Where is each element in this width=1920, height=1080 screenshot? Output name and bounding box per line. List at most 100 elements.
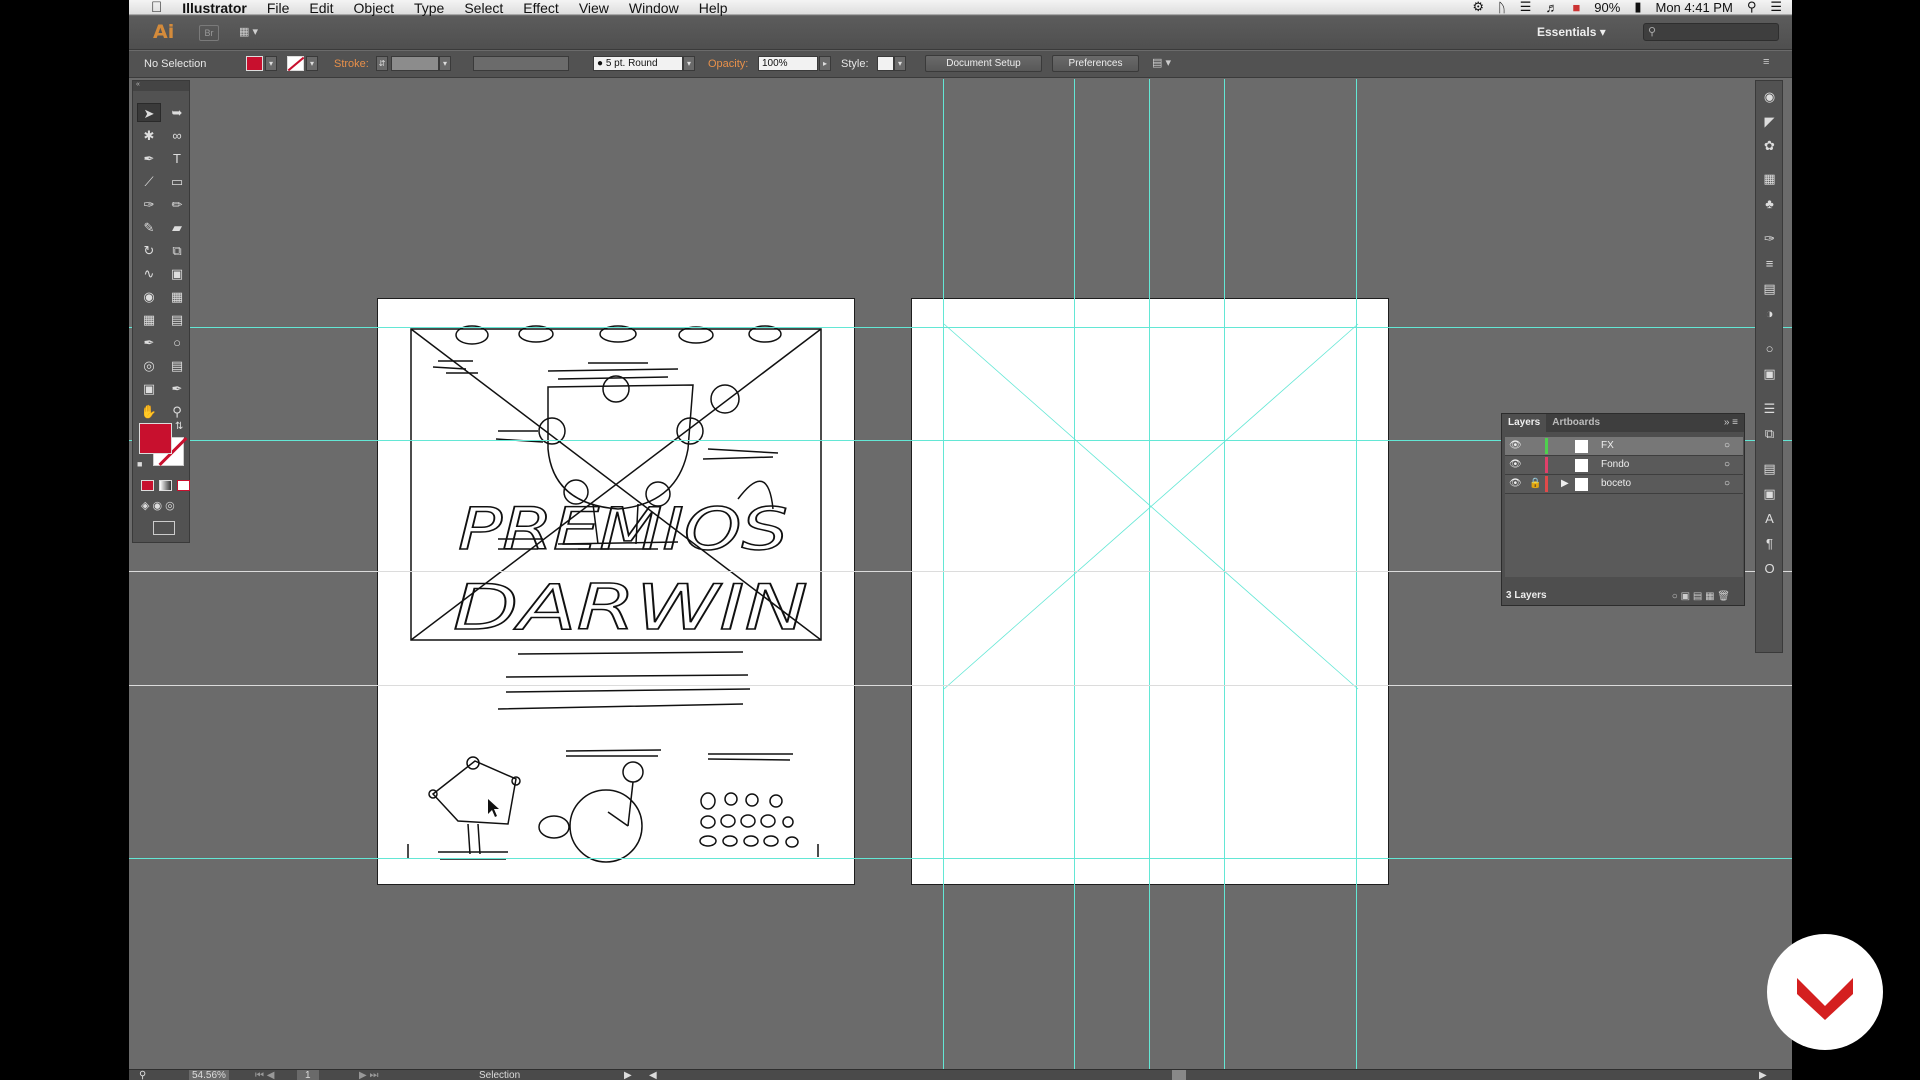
- brush-definition[interactable]: ● 5 pt. Round: [593, 56, 683, 71]
- gear-icon[interactable]: ⚙: [1472, 0, 1484, 15]
- horizontal-guide[interactable]: [129, 327, 1792, 328]
- visibility-eye-icon[interactable]: 👁: [1509, 478, 1522, 489]
- slice-tool-icon[interactable]: ✒: [165, 379, 189, 398]
- menu-file[interactable]: File: [267, 0, 290, 16]
- tools-panel-header[interactable]: «: [133, 81, 189, 91]
- clock[interactable]: Mon 4:41 PM: [1655, 0, 1732, 15]
- stroke-weight-dropdown-icon[interactable]: ▾: [439, 56, 451, 71]
- menu-view[interactable]: View: [579, 0, 609, 16]
- type-tool-icon[interactable]: T: [165, 149, 189, 168]
- panel-menu-icon[interactable]: » ≡: [1718, 414, 1744, 432]
- scroll-left-icon[interactable]: ◀: [649, 1070, 657, 1080]
- rotate-tool-icon[interactable]: ↻: [137, 241, 161, 260]
- transparency-panel-icon[interactable]: ◑: [1761, 306, 1778, 322]
- gradient-panel-icon[interactable]: ▤: [1761, 281, 1778, 297]
- color-mode-icon[interactable]: [141, 480, 154, 491]
- align-panel-icon[interactable]: ▤: [1761, 461, 1778, 477]
- eyedropper-tool-icon[interactable]: ✒: [137, 333, 161, 352]
- width-tool-icon[interactable]: ∿: [137, 264, 161, 283]
- first-artboard-icon[interactable]: ⏮ ◀: [255, 1070, 274, 1080]
- hand-tool-icon[interactable]: ✋: [137, 402, 161, 421]
- target-icon[interactable]: ○: [1724, 459, 1730, 470]
- transform-panel-icon[interactable]: ⧉: [1761, 426, 1778, 442]
- fill-dropdown-icon[interactable]: ▾: [265, 56, 277, 71]
- vertical-guide[interactable]: [1074, 79, 1075, 1069]
- help-search-input[interactable]: ⚲: [1643, 23, 1779, 41]
- paintbrush-tool-icon[interactable]: ✑: [137, 195, 161, 214]
- vertical-guide[interactable]: [1356, 79, 1357, 1069]
- artboards-panel-icon[interactable]: ▣: [1761, 366, 1778, 382]
- menu-effect[interactable]: Effect: [523, 0, 559, 16]
- color-panel-icon[interactable]: ◉: [1761, 89, 1778, 105]
- horizontal-guide[interactable]: [129, 685, 1792, 686]
- tab-artboards[interactable]: Artboards: [1546, 414, 1606, 432]
- bluetooth-icon[interactable]: ᚢ: [1498, 0, 1506, 15]
- menu-object[interactable]: Object: [354, 0, 394, 16]
- scale-tool-icon[interactable]: ⧉: [165, 241, 189, 260]
- zoom-level-field[interactable]: 54.56%: [189, 1070, 229, 1080]
- fill-swatch[interactable]: [246, 56, 263, 71]
- volume-icon[interactable]: ♬: [1545, 0, 1558, 15]
- stroke-swatch[interactable]: [287, 56, 304, 71]
- battery-percent[interactable]: 90%: [1594, 0, 1620, 15]
- zoom-tool-icon[interactable]: ⚲: [165, 402, 189, 421]
- layer-name[interactable]: FX: [1601, 440, 1614, 451]
- character-panel-icon[interactable]: A: [1761, 511, 1778, 527]
- swap-fill-stroke-icon[interactable]: ⇅: [175, 421, 183, 432]
- vertical-guide[interactable]: [1149, 79, 1150, 1069]
- color-guide-panel-icon[interactable]: ◤: [1761, 114, 1778, 130]
- arrange-documents-icon[interactable]: ▦ ▾: [239, 25, 271, 41]
- default-colors-icon[interactable]: ■: [137, 459, 142, 469]
- preferences-button[interactable]: Preferences: [1052, 55, 1139, 72]
- horizontal-scrollbar-thumb[interactable]: [1172, 1070, 1186, 1080]
- vertical-guide[interactable]: [943, 79, 944, 1069]
- lock-icon[interactable]: 🔒: [1529, 478, 1541, 489]
- blend-tool-icon[interactable]: ○: [165, 333, 189, 352]
- pencil-tool-icon[interactable]: ✏: [165, 195, 189, 214]
- layers-panel-icon[interactable]: ☰: [1761, 401, 1778, 417]
- symbols-panel-icon[interactable]: ♣: [1761, 196, 1778, 212]
- spotlight-search-icon[interactable]: ⚲: [1747, 0, 1757, 15]
- expand-triangle-icon[interactable]: ▶: [1561, 478, 1569, 489]
- artboard-tool-icon[interactable]: ▣: [137, 379, 161, 398]
- opacity-field[interactable]: 100%: [758, 56, 818, 71]
- shape-builder-tool-icon[interactable]: ◉: [137, 287, 161, 306]
- rectangle-tool-icon[interactable]: ▭: [165, 172, 189, 191]
- document-setup-button[interactable]: Document Setup: [925, 55, 1042, 72]
- pathfinder-panel-icon[interactable]: ▣: [1761, 486, 1778, 502]
- wifi-icon[interactable]: ☰: [1520, 0, 1532, 15]
- artboard-empty[interactable]: [911, 298, 1389, 885]
- pen-tool-icon[interactable]: ✒: [137, 149, 161, 168]
- app-menu[interactable]: Illustrator: [182, 0, 247, 16]
- tab-layers[interactable]: Layers: [1502, 414, 1547, 432]
- layer-row[interactable]: 👁 🔒 ▶ boceto ○: [1505, 475, 1743, 494]
- opacity-label[interactable]: Opacity:: [708, 58, 748, 70]
- menu-type[interactable]: Type: [414, 0, 444, 16]
- style-dropdown-icon[interactable]: ▾: [894, 56, 906, 71]
- panel-menu-icon[interactable]: ≡: [1763, 56, 1769, 68]
- layer-row[interactable]: 👁 FX ○: [1505, 437, 1743, 456]
- selection-tool-icon[interactable]: ➤: [137, 103, 161, 122]
- lasso-tool-icon[interactable]: ∞: [165, 126, 189, 145]
- layer-name[interactable]: boceto: [1601, 478, 1631, 489]
- eraser-tool-icon[interactable]: ▰: [165, 218, 189, 237]
- status-arrow-icon[interactable]: ▶: [624, 1070, 632, 1080]
- opacity-dropdown-icon[interactable]: ▸: [819, 56, 831, 71]
- gradient-tool-icon[interactable]: ▤: [165, 310, 189, 329]
- horizontal-guide[interactable]: [129, 858, 1792, 859]
- drawing-mode-icon[interactable]: ◈ ◉ ◎: [141, 499, 175, 512]
- gradient-mode-icon[interactable]: [159, 480, 172, 491]
- notification-center-icon[interactable]: ☰: [1770, 0, 1782, 15]
- scroll-right-icon[interactable]: ▶: [1759, 1070, 1767, 1080]
- zoom-icon[interactable]: ⚲: [139, 1070, 146, 1080]
- paragraph-panel-icon[interactable]: ¶: [1761, 536, 1778, 552]
- stroke-label[interactable]: Stroke:: [334, 58, 369, 70]
- stroke-dropdown-icon[interactable]: ▾: [306, 56, 318, 71]
- bridge-button[interactable]: Br: [199, 25, 219, 41]
- stroke-panel-icon[interactable]: ≡: [1761, 256, 1778, 272]
- symbol-sprayer-tool-icon[interactable]: ◎: [137, 356, 161, 375]
- variable-width-profile[interactable]: [473, 56, 569, 71]
- graphic-style-swatch[interactable]: [877, 56, 894, 71]
- last-artboard-icon[interactable]: ▶ ⏭: [359, 1070, 378, 1080]
- brush-dropdown-icon[interactable]: ▾: [683, 56, 695, 71]
